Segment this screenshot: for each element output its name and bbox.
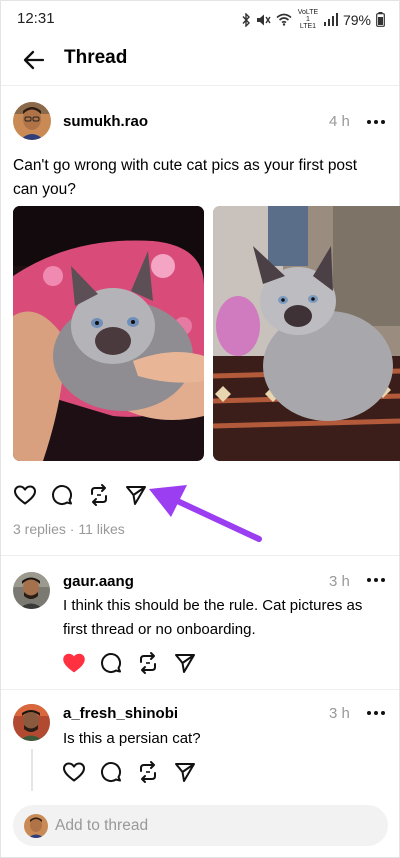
app-header: Thread (1, 35, 399, 86)
share-send-icon[interactable] (173, 651, 197, 675)
reply-author-avatar[interactable] (13, 704, 50, 741)
status-icons: VoLTE1 LTE1 79% (241, 9, 385, 30)
post-replies-likes-count[interactable]: 3 replies · 11 likes (13, 521, 125, 537)
status-time: 12:31 (17, 10, 55, 27)
comment-icon[interactable] (50, 483, 74, 507)
thread-line (31, 749, 33, 791)
liked-heart-icon[interactable] (62, 651, 86, 675)
more-options-icon[interactable] (365, 708, 387, 718)
reply-timestamp: 3 h (329, 573, 350, 590)
post-timestamp: 4 h (329, 113, 350, 130)
more-options-icon[interactable] (365, 575, 387, 585)
divider (1, 689, 399, 690)
post-photo-2[interactable] (213, 206, 400, 461)
battery-icon (376, 12, 385, 27)
repost-icon[interactable] (136, 760, 160, 784)
annotation-arrow (149, 485, 262, 542)
back-arrow-icon[interactable] (21, 47, 47, 73)
like-icon[interactable] (62, 760, 86, 784)
comment-icon[interactable] (99, 760, 123, 784)
repost-icon[interactable] (87, 483, 111, 507)
repost-icon[interactable] (136, 651, 160, 675)
signal-icon (323, 13, 338, 26)
post-author-avatar[interactable] (13, 102, 51, 140)
reply-author-avatar[interactable] (13, 572, 50, 609)
post-photo-1[interactable] (13, 206, 204, 461)
reply-timestamp: 3 h (329, 705, 350, 722)
add-to-thread-input[interactable] (53, 813, 357, 839)
reply-author-username[interactable]: gaur.aang (63, 573, 134, 590)
wifi-icon (276, 13, 292, 26)
more-options-icon[interactable] (365, 117, 387, 127)
like-icon[interactable] (13, 483, 37, 507)
divider (1, 555, 399, 556)
page-title: Thread (64, 47, 128, 68)
post-text: Can't go wrong with cute cat pics as you… (13, 157, 358, 198)
reply-text: I think this should be the rule. Cat pic… (63, 597, 363, 638)
add-to-thread-composer[interactable] (13, 805, 388, 846)
current-user-avatar (24, 814, 48, 838)
share-send-icon[interactable] (173, 760, 197, 784)
bluetooth-icon (242, 12, 250, 27)
comment-icon[interactable] (99, 651, 123, 675)
reply-text: Is this a persian cat? (63, 730, 201, 747)
mute-icon (256, 14, 271, 25)
network-label: VoLTE1 LTE1 (297, 9, 319, 30)
battery-level: 79% (342, 11, 371, 28)
status-bar: 12:31 VoLTE1 LTE1 79% (1, 1, 399, 35)
post-author-username[interactable]: sumukh.rao (63, 113, 148, 130)
reply-author-username[interactable]: a_fresh_shinobi (63, 705, 178, 722)
